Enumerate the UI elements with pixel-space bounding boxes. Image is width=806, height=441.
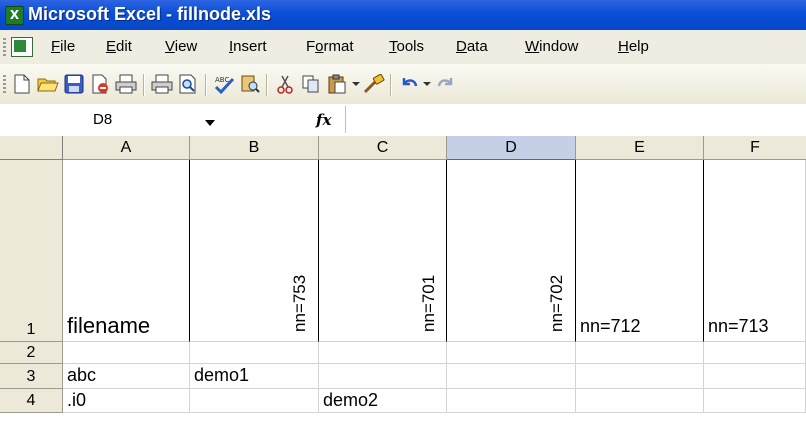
cell-a1[interactable]: filename — [63, 160, 190, 342]
cell-b1[interactable]: nn=753 — [190, 160, 319, 342]
cell-c1-text: nn=701 — [419, 274, 438, 332]
cell-a4[interactable]: .i0 — [63, 389, 190, 413]
toolbar-separator — [266, 74, 268, 96]
new-icon[interactable] — [10, 73, 34, 95]
cell-a3-text: abc — [67, 365, 97, 385]
toolbar-separator — [143, 74, 145, 96]
cell-a3[interactable]: abc — [63, 364, 190, 389]
menu-bar: File Edit View Insert Format Tools Data … — [0, 30, 806, 64]
print-preview-icon[interactable] — [150, 73, 174, 95]
workbook-icon[interactable] — [11, 37, 33, 57]
spelling-icon[interactable]: ABC — [212, 73, 236, 95]
toolbar-separator — [205, 74, 207, 96]
cell-f1-text: nn=713 — [708, 316, 769, 336]
cell-b4[interactable] — [190, 389, 319, 413]
window-title: Microsoft Excel - fillnode.xls — [28, 4, 272, 24]
row-header-3[interactable]: 3 — [0, 364, 63, 389]
menu-view[interactable]: View — [165, 38, 197, 55]
cell-f4[interactable] — [704, 389, 806, 413]
cell-e4[interactable] — [576, 389, 704, 413]
menu-insert[interactable]: Insert — [229, 38, 267, 55]
column-header-b[interactable]: B — [190, 136, 319, 160]
column-header-e[interactable]: E — [576, 136, 704, 160]
column-header-c[interactable]: C — [319, 136, 447, 160]
copy-icon[interactable] — [299, 73, 323, 95]
select-all-corner[interactable] — [0, 136, 63, 160]
menu-grip-handle[interactable] — [3, 38, 6, 56]
paste-icon[interactable] — [325, 73, 349, 95]
name-box[interactable]: D8 — [0, 106, 168, 133]
row-header-2[interactable]: 2 — [0, 342, 63, 364]
menu-file[interactable]: File — [51, 38, 75, 55]
cell-e3[interactable] — [576, 364, 704, 389]
cell-b3[interactable]: demo1 — [190, 364, 319, 389]
magnifier-preview-icon[interactable] — [176, 73, 200, 95]
cell-d4[interactable] — [447, 389, 576, 413]
cell-c4[interactable]: demo2 — [319, 389, 447, 413]
excel-app-icon[interactable]: X — [5, 6, 24, 25]
cell-c4-text: demo2 — [323, 390, 379, 410]
redo-icon[interactable] — [434, 73, 458, 95]
undo-icon[interactable] — [397, 73, 421, 95]
standard-toolbar: ABC — [0, 64, 806, 105]
cell-a1-text: filename — [67, 313, 151, 338]
cell-e1[interactable]: nn=712 — [576, 160, 704, 342]
row-header-4[interactable]: 4 — [0, 389, 63, 413]
cell-c1[interactable]: nn=701 — [319, 160, 447, 342]
undo-dropdown-arrow[interactable] — [423, 82, 431, 86]
save-icon[interactable] — [62, 73, 86, 95]
cell-d3[interactable] — [447, 364, 576, 389]
toolbar-grip-handle[interactable] — [3, 75, 6, 95]
name-box-dropdown-arrow[interactable] — [205, 120, 215, 126]
row-number: 1 — [26, 321, 36, 338]
worksheet-grid: A B C D E F 1 2 3 4 filename nn=753 nn=7… — [0, 136, 806, 441]
cell-d2[interactable] — [447, 342, 576, 364]
title-bar[interactable]: X Microsoft Excel - fillnode.xls — [0, 0, 806, 30]
menu-edit[interactable]: Edit — [106, 38, 132, 55]
print-icon[interactable] — [114, 73, 138, 95]
menu-format[interactable]: Format — [306, 38, 354, 55]
cell-f1[interactable]: nn=713 — [704, 160, 806, 342]
cell-f3[interactable] — [704, 364, 806, 389]
toolbar-separator — [390, 74, 392, 96]
cell-b2[interactable] — [190, 342, 319, 364]
name-box-value: D8 — [93, 111, 113, 128]
menu-data[interactable]: Data — [456, 38, 488, 55]
cell-e2[interactable] — [576, 342, 704, 364]
cell-b3-text: demo1 — [194, 365, 250, 385]
cell-c2[interactable] — [319, 342, 447, 364]
cell-e1-text: nn=712 — [580, 316, 641, 336]
insert-function-button[interactable]: fx — [316, 111, 331, 129]
cell-f2[interactable] — [704, 342, 806, 364]
formula-bar: D8 fx — [0, 104, 806, 137]
cell-d1-text: nn=702 — [547, 274, 566, 332]
fx-label: fx — [316, 111, 332, 129]
cell-b1-text: nn=753 — [290, 274, 309, 332]
menu-window[interactable]: Window — [525, 38, 578, 55]
paste-dropdown-arrow[interactable] — [352, 82, 360, 86]
menu-tools[interactable]: Tools — [389, 38, 424, 55]
cell-d1[interactable]: nn=702 — [447, 160, 576, 342]
format-painter-icon[interactable] — [362, 73, 386, 95]
cell-c3[interactable] — [319, 364, 447, 389]
column-header-d[interactable]: D — [447, 136, 576, 160]
research-icon[interactable] — [238, 73, 262, 95]
menu-help[interactable]: Help — [618, 38, 649, 55]
column-header-a[interactable]: A — [63, 136, 190, 160]
open-icon[interactable] — [36, 73, 60, 95]
cell-a2[interactable] — [63, 342, 190, 364]
column-header-f[interactable]: F — [704, 136, 806, 160]
permission-icon[interactable] — [88, 73, 112, 95]
cell-a4-text: .i0 — [67, 390, 87, 410]
cut-icon[interactable] — [273, 73, 297, 95]
svg-text:ABC: ABC — [215, 76, 229, 84]
excel-window: X Microsoft Excel - fillnode.xls File Ed… — [0, 0, 806, 441]
row-header-1[interactable]: 1 — [0, 160, 63, 342]
formula-input[interactable] — [345, 106, 804, 133]
